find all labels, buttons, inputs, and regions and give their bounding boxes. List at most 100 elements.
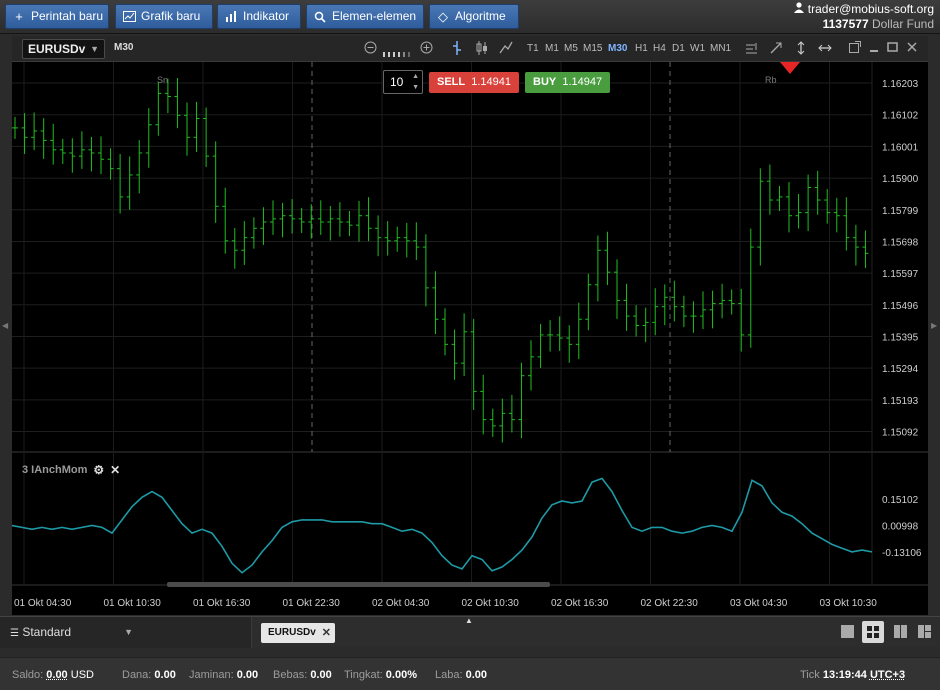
ohlc-bar: [117, 153, 124, 214]
maximize-icon[interactable]: [887, 41, 898, 56]
ohlc-bar: [365, 197, 372, 242]
tf-h1[interactable]: H1: [635, 43, 648, 54]
ohlc-bar: [250, 217, 257, 249]
zoom-in-icon[interactable]: [420, 41, 433, 57]
diagonal-resize-icon[interactable]: [769, 41, 783, 58]
ohlc-bar: [680, 295, 687, 328]
ohlc-bar: [862, 230, 869, 269]
ohlc-bar: [461, 313, 468, 377]
time-tick-label: 02 Okt 22:30: [641, 598, 699, 609]
layout-select[interactable]: ☰ Standard ▼: [0, 617, 252, 648]
account-fund: Dollar Fund: [871, 17, 934, 31]
symbol-select[interactable]: EURUSDv ▼: [22, 39, 105, 59]
right-panel-collapse[interactable]: ▶: [928, 36, 940, 615]
new-chart-button[interactable]: Grafik baru: [115, 4, 213, 29]
chevron-down-icon: ▼: [90, 44, 99, 54]
ohlc-bar: [805, 174, 812, 232]
close-chart-icon[interactable]: [907, 41, 917, 56]
sell-button[interactable]: SELL 1.14941: [429, 72, 520, 93]
ohlc-bar: [652, 288, 659, 336]
price-tick-label: 1.15698: [882, 237, 919, 248]
ohlc-bar: [556, 316, 563, 351]
status-bar: Saldo: 0.00 USD Dana: 0.00 Jaminan: 0.00…: [0, 657, 940, 690]
ohlc-bar: [451, 329, 458, 380]
price-tick-label: 1.16203: [882, 79, 919, 90]
ohlc-bar: [203, 107, 210, 168]
chart-tab[interactable]: EURUSDv ✕: [261, 623, 336, 643]
tf-h4[interactable]: H4: [653, 43, 666, 54]
crosshair-settings-icon[interactable]: [745, 41, 759, 58]
ohlc-bar: [786, 182, 792, 233]
tf-m1[interactable]: M1: [545, 43, 559, 54]
ohlc-bar: [728, 289, 735, 315]
vertical-scale-icon[interactable]: [796, 41, 806, 58]
bebas-item: Bebas: 0.00: [273, 669, 332, 681]
sell-price: 1.14941: [471, 76, 512, 88]
current-price-marker: [780, 62, 800, 74]
gear-icon[interactable]: ⚙: [93, 463, 104, 477]
ohlc-bar: [537, 323, 544, 368]
detach-window-icon[interactable]: [849, 41, 861, 56]
indicator-label: 3 IAnchMom ⚙ ✕: [22, 463, 120, 477]
ohlc-bar: [394, 226, 401, 252]
ohlc-bar: [633, 305, 640, 337]
tf-t1[interactable]: T1: [527, 43, 539, 54]
close-icon[interactable]: ✕: [110, 463, 120, 477]
elements-button[interactable]: Elemen-elemen: [306, 4, 424, 29]
ohlc-bar: [78, 131, 85, 169]
ohlc-bar: [566, 325, 573, 363]
price-tick-label: 1.16001: [882, 142, 919, 153]
ohlc-bar: [327, 205, 334, 241]
account-email[interactable]: trader@mobius-soft.org: [808, 2, 934, 17]
collapse-arrow-icon[interactable]: ▲: [465, 616, 473, 625]
bar-chart-type-icon[interactable]: [452, 41, 462, 58]
ohlc-bar: [432, 271, 439, 334]
tf-w1[interactable]: W1: [690, 43, 705, 54]
line-chart-type-icon[interactable]: [499, 41, 513, 58]
minimize-icon[interactable]: [869, 41, 879, 56]
candle-chart-type-icon[interactable]: [475, 41, 489, 58]
layout-columns-icon[interactable]: [893, 624, 909, 640]
ohlc-bar: [575, 302, 582, 360]
tf-m5[interactable]: M5: [564, 43, 578, 54]
dana-item: Dana: 0.00: [122, 669, 176, 681]
chart-canvas[interactable]: 1.16203 1.16102 1.16001 1.15900 1.15799 1.156…: [11, 62, 928, 615]
ohlc-bar: [547, 320, 554, 352]
indicator-tick-label: 0.00998: [882, 522, 919, 533]
price-tick-label: 1.15294: [882, 364, 919, 375]
tf-m15[interactable]: M15: [583, 43, 602, 54]
buy-button[interactable]: BUY 1.14947: [525, 72, 611, 93]
tf-d1[interactable]: D1: [672, 43, 685, 54]
bar-chart-icon: [224, 10, 238, 24]
indicator-tick-label: 0.15102: [882, 495, 919, 506]
zoom-out-icon[interactable]: [364, 41, 377, 57]
left-panel-collapse[interactable]: ◀: [0, 36, 12, 615]
close-tab-icon[interactable]: ✕: [322, 623, 331, 643]
algorithm-button[interactable]: ◇ Algoritme: [429, 4, 519, 29]
tf-mn1[interactable]: MN1: [710, 43, 731, 54]
new-order-button[interactable]: + Perintah baru: [5, 4, 109, 29]
layout-single-icon[interactable]: [840, 624, 856, 640]
ohlc-bar: [21, 113, 28, 154]
zoom-slider[interactable]: [383, 46, 413, 60]
ohlc-bar: [508, 394, 515, 433]
horizontal-scale-icon[interactable]: [818, 41, 832, 58]
buy-price: 1.14947: [562, 76, 603, 88]
ohlc-bar: [107, 148, 114, 180]
tf-m30[interactable]: M30: [608, 43, 627, 54]
indicator-button[interactable]: Indikator: [217, 4, 301, 29]
timezone-select[interactable]: UTC+3: [870, 669, 905, 681]
quantity-stepper[interactable]: 10 ▲ ▼: [383, 70, 423, 94]
ohlc-bar: [231, 227, 238, 269]
indicator-name: 3 IAnchMom: [22, 464, 88, 476]
ohlc-bar: [528, 340, 534, 391]
layout-grid-icon[interactable]: [862, 621, 884, 643]
chevron-left-icon: ◀: [2, 321, 9, 330]
ohlc-bar: [594, 235, 601, 302]
saldo-item: Saldo: 0.00 USD: [12, 669, 94, 681]
price-chart[interactable]: 1.16203 1.16102 1.16001 1.15900 1.15799 1.156…: [11, 62, 928, 615]
timeframe-label: M30: [114, 42, 134, 53]
trading-terminal: + Perintah baru Grafik baru Indikator El…: [0, 0, 940, 690]
ohlc-bar: [289, 199, 296, 234]
layout-split-icon[interactable]: [917, 624, 933, 640]
